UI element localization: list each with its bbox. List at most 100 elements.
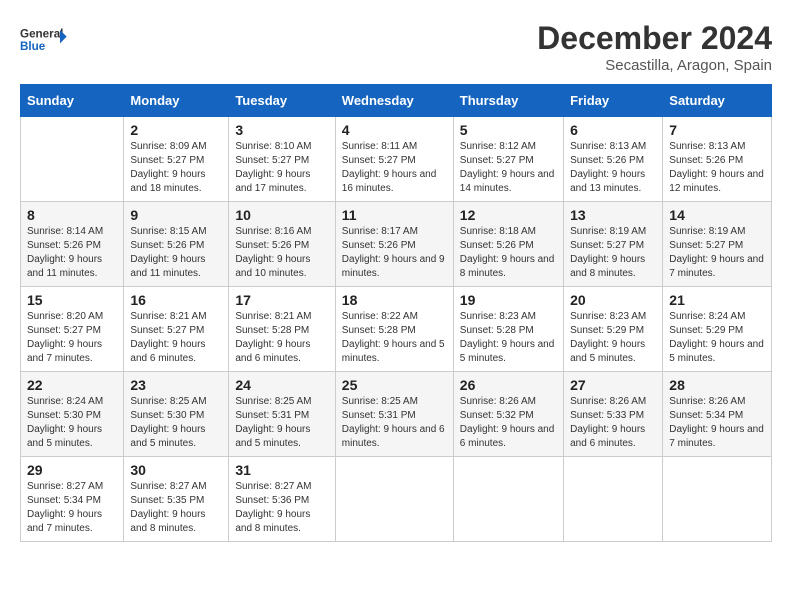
calendar-day-cell: 11 Sunrise: 8:17 AMSunset: 5:26 PMDaylig… (335, 202, 453, 287)
calendar-header-wednesday: Wednesday (335, 85, 453, 117)
day-detail: Sunrise: 8:19 AMSunset: 5:27 PMDaylight:… (570, 226, 646, 279)
day-detail: Sunrise: 8:27 AMSunset: 5:34 PMDaylight:… (27, 481, 103, 534)
day-number: 3 (235, 122, 328, 138)
day-detail: Sunrise: 8:19 AMSunset: 5:27 PMDaylight:… (669, 226, 764, 279)
calendar-header-friday: Friday (564, 85, 663, 117)
calendar-table: SundayMondayTuesdayWednesdayThursdayFrid… (20, 84, 772, 542)
svg-text:Blue: Blue (20, 40, 46, 53)
location-subtitle: Secastilla, Aragon, Spain (537, 57, 772, 74)
calendar-day-cell: 9 Sunrise: 8:15 AMSunset: 5:26 PMDayligh… (124, 202, 229, 287)
calendar-day-cell (453, 457, 563, 542)
calendar-week-row: 2 Sunrise: 8:09 AMSunset: 5:27 PMDayligh… (21, 117, 772, 202)
calendar-day-cell: 6 Sunrise: 8:13 AMSunset: 5:26 PMDayligh… (564, 117, 663, 202)
calendar-day-cell: 3 Sunrise: 8:10 AMSunset: 5:27 PMDayligh… (229, 117, 335, 202)
day-number: 31 (235, 462, 328, 478)
calendar-day-cell: 14 Sunrise: 8:19 AMSunset: 5:27 PMDaylig… (663, 202, 772, 287)
day-number: 5 (460, 122, 557, 138)
day-number: 4 (342, 122, 447, 138)
general-blue-logo-icon: General Blue (20, 20, 70, 60)
calendar-day-cell: 24 Sunrise: 8:25 AMSunset: 5:31 PMDaylig… (229, 372, 335, 457)
day-number: 30 (130, 462, 222, 478)
day-detail: Sunrise: 8:21 AMSunset: 5:28 PMDaylight:… (235, 311, 311, 364)
calendar-day-cell: 10 Sunrise: 8:16 AMSunset: 5:26 PMDaylig… (229, 202, 335, 287)
day-number: 13 (570, 207, 656, 223)
day-detail: Sunrise: 8:12 AMSunset: 5:27 PMDaylight:… (460, 141, 555, 194)
day-number: 8 (27, 207, 117, 223)
day-number: 24 (235, 377, 328, 393)
day-detail: Sunrise: 8:14 AMSunset: 5:26 PMDaylight:… (27, 226, 103, 279)
calendar-day-cell: 25 Sunrise: 8:25 AMSunset: 5:31 PMDaylig… (335, 372, 453, 457)
calendar-week-row: 29 Sunrise: 8:27 AMSunset: 5:34 PMDaylig… (21, 457, 772, 542)
title-section: December 2024 Secastilla, Aragon, Spain (537, 20, 772, 74)
calendar-day-cell: 23 Sunrise: 8:25 AMSunset: 5:30 PMDaylig… (124, 372, 229, 457)
day-detail: Sunrise: 8:17 AMSunset: 5:26 PMDaylight:… (342, 226, 445, 279)
day-number: 28 (669, 377, 765, 393)
day-detail: Sunrise: 8:26 AMSunset: 5:34 PMDaylight:… (669, 396, 764, 449)
day-detail: Sunrise: 8:24 AMSunset: 5:30 PMDaylight:… (27, 396, 103, 449)
month-title: December 2024 (537, 20, 772, 57)
day-detail: Sunrise: 8:15 AMSunset: 5:26 PMDaylight:… (130, 226, 206, 279)
day-number: 15 (27, 292, 117, 308)
day-number: 19 (460, 292, 557, 308)
day-detail: Sunrise: 8:22 AMSunset: 5:28 PMDaylight:… (342, 311, 445, 364)
day-detail: Sunrise: 8:20 AMSunset: 5:27 PMDaylight:… (27, 311, 103, 364)
calendar-header-sunday: Sunday (21, 85, 124, 117)
day-number: 18 (342, 292, 447, 308)
calendar-day-cell (564, 457, 663, 542)
calendar-day-cell: 21 Sunrise: 8:24 AMSunset: 5:29 PMDaylig… (663, 287, 772, 372)
day-detail: Sunrise: 8:25 AMSunset: 5:31 PMDaylight:… (235, 396, 311, 449)
calendar-day-cell: 26 Sunrise: 8:26 AMSunset: 5:32 PMDaylig… (453, 372, 563, 457)
day-number: 16 (130, 292, 222, 308)
day-number: 25 (342, 377, 447, 393)
day-number: 10 (235, 207, 328, 223)
calendar-day-cell: 18 Sunrise: 8:22 AMSunset: 5:28 PMDaylig… (335, 287, 453, 372)
day-number: 7 (669, 122, 765, 138)
day-detail: Sunrise: 8:25 AMSunset: 5:31 PMDaylight:… (342, 396, 445, 449)
day-detail: Sunrise: 8:23 AMSunset: 5:29 PMDaylight:… (570, 311, 646, 364)
calendar-day-cell: 27 Sunrise: 8:26 AMSunset: 5:33 PMDaylig… (564, 372, 663, 457)
day-detail: Sunrise: 8:21 AMSunset: 5:27 PMDaylight:… (130, 311, 206, 364)
day-detail: Sunrise: 8:10 AMSunset: 5:27 PMDaylight:… (235, 141, 311, 194)
logo: General Blue (20, 20, 70, 60)
day-number: 12 (460, 207, 557, 223)
calendar-day-cell: 7 Sunrise: 8:13 AMSunset: 5:26 PMDayligh… (663, 117, 772, 202)
day-detail: Sunrise: 8:16 AMSunset: 5:26 PMDaylight:… (235, 226, 311, 279)
calendar-day-cell (21, 117, 124, 202)
day-detail: Sunrise: 8:26 AMSunset: 5:33 PMDaylight:… (570, 396, 646, 449)
day-number: 29 (27, 462, 117, 478)
day-number: 23 (130, 377, 222, 393)
calendar-day-cell: 20 Sunrise: 8:23 AMSunset: 5:29 PMDaylig… (564, 287, 663, 372)
calendar-header-thursday: Thursday (453, 85, 563, 117)
calendar-header-row: SundayMondayTuesdayWednesdayThursdayFrid… (21, 85, 772, 117)
day-detail: Sunrise: 8:11 AMSunset: 5:27 PMDaylight:… (342, 141, 437, 194)
calendar-day-cell: 2 Sunrise: 8:09 AMSunset: 5:27 PMDayligh… (124, 117, 229, 202)
day-detail: Sunrise: 8:13 AMSunset: 5:26 PMDaylight:… (669, 141, 764, 194)
calendar-day-cell: 5 Sunrise: 8:12 AMSunset: 5:27 PMDayligh… (453, 117, 563, 202)
calendar-day-cell: 12 Sunrise: 8:18 AMSunset: 5:26 PMDaylig… (453, 202, 563, 287)
day-detail: Sunrise: 8:18 AMSunset: 5:26 PMDaylight:… (460, 226, 555, 279)
day-detail: Sunrise: 8:27 AMSunset: 5:36 PMDaylight:… (235, 481, 311, 534)
calendar-day-cell: 13 Sunrise: 8:19 AMSunset: 5:27 PMDaylig… (564, 202, 663, 287)
calendar-header-monday: Monday (124, 85, 229, 117)
calendar-day-cell: 30 Sunrise: 8:27 AMSunset: 5:35 PMDaylig… (124, 457, 229, 542)
day-number: 17 (235, 292, 328, 308)
day-number: 22 (27, 377, 117, 393)
calendar-week-row: 22 Sunrise: 8:24 AMSunset: 5:30 PMDaylig… (21, 372, 772, 457)
day-detail: Sunrise: 8:25 AMSunset: 5:30 PMDaylight:… (130, 396, 206, 449)
page-header: General Blue December 2024 Secastilla, A… (20, 20, 772, 74)
calendar-day-cell (335, 457, 453, 542)
day-number: 14 (669, 207, 765, 223)
calendar-header-tuesday: Tuesday (229, 85, 335, 117)
calendar-day-cell: 17 Sunrise: 8:21 AMSunset: 5:28 PMDaylig… (229, 287, 335, 372)
day-detail: Sunrise: 8:13 AMSunset: 5:26 PMDaylight:… (570, 141, 646, 194)
calendar-week-row: 15 Sunrise: 8:20 AMSunset: 5:27 PMDaylig… (21, 287, 772, 372)
calendar-header-saturday: Saturday (663, 85, 772, 117)
day-detail: Sunrise: 8:26 AMSunset: 5:32 PMDaylight:… (460, 396, 555, 449)
day-number: 2 (130, 122, 222, 138)
day-detail: Sunrise: 8:09 AMSunset: 5:27 PMDaylight:… (130, 141, 206, 194)
calendar-day-cell: 16 Sunrise: 8:21 AMSunset: 5:27 PMDaylig… (124, 287, 229, 372)
calendar-day-cell (663, 457, 772, 542)
day-detail: Sunrise: 8:23 AMSunset: 5:28 PMDaylight:… (460, 311, 555, 364)
day-detail: Sunrise: 8:27 AMSunset: 5:35 PMDaylight:… (130, 481, 206, 534)
day-detail: Sunrise: 8:24 AMSunset: 5:29 PMDaylight:… (669, 311, 764, 364)
